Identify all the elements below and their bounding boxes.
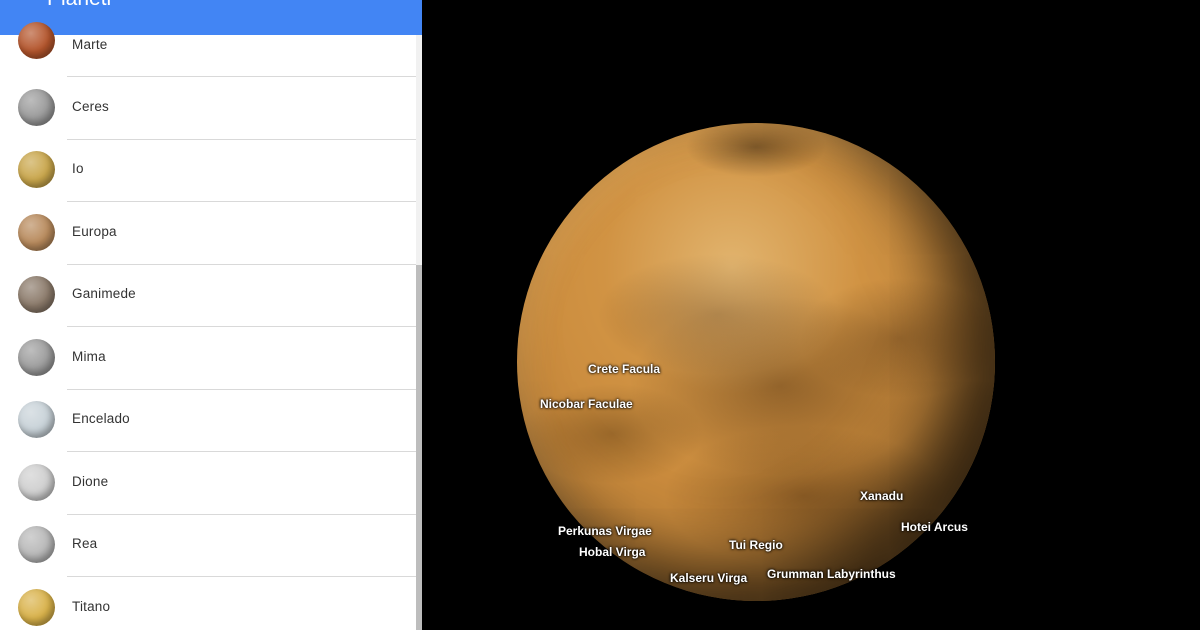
titan-thumbnail bbox=[18, 589, 55, 626]
planet-sidebar: Pianeti Marte Ceres Io Europa Ganimede bbox=[0, 0, 422, 630]
planet-item-europa[interactable]: Europa bbox=[0, 202, 417, 265]
feature-label-xanadu[interactable]: Xanadu bbox=[860, 489, 903, 503]
planet-label: Ganimede bbox=[72, 286, 136, 301]
planet-list: Marte Ceres Io Europa Ganimede Mima Ence… bbox=[0, 22, 417, 630]
planet-label: Encelado bbox=[72, 411, 130, 426]
planet-label: Rea bbox=[72, 536, 98, 551]
dione-thumbnail bbox=[18, 464, 55, 501]
planet-label: Europa bbox=[72, 224, 117, 239]
planet-item-titano[interactable]: Titano bbox=[0, 577, 417, 630]
planet-label: Marte bbox=[72, 37, 108, 52]
planet-label: Dione bbox=[72, 474, 109, 489]
io-thumbnail bbox=[18, 151, 55, 188]
planet-item-ceres[interactable]: Ceres bbox=[0, 77, 417, 140]
enceladus-thumbnail bbox=[18, 401, 55, 438]
planet-label: Io bbox=[72, 161, 84, 176]
planet-item-rea[interactable]: Rea bbox=[0, 514, 417, 577]
rhea-thumbnail bbox=[18, 526, 55, 563]
feature-label-perkunas-virgae[interactable]: Perkunas Virgae bbox=[558, 524, 652, 538]
mimas-thumbnail bbox=[18, 339, 55, 376]
feature-label-crete-facula[interactable]: Crete Facula bbox=[588, 362, 660, 376]
planet-item-encelado[interactable]: Encelado bbox=[0, 389, 417, 452]
feature-label-grumman-labyrinthus[interactable]: Grumman Labyrinthus bbox=[767, 567, 896, 581]
feature-label-hotei-arcus[interactable]: Hotei Arcus bbox=[901, 520, 968, 534]
planet-label: Titano bbox=[72, 599, 111, 614]
ganymede-thumbnail bbox=[18, 276, 55, 313]
planet-item-ganimede[interactable]: Ganimede bbox=[0, 264, 417, 327]
planet-label: Ceres bbox=[72, 99, 110, 114]
mars-thumbnail bbox=[18, 22, 55, 59]
ceres-thumbnail bbox=[18, 89, 55, 126]
planet-label: Mima bbox=[72, 349, 106, 364]
planet-item-mima[interactable]: Mima bbox=[0, 327, 417, 390]
feature-label-hobal-virga[interactable]: Hobal Virga bbox=[579, 545, 645, 559]
europa-thumbnail bbox=[18, 214, 55, 251]
globe-view[interactable]: Crete Facula Nicobar Faculae Xanadu Hote… bbox=[422, 0, 1200, 630]
planet-item-dione[interactable]: Dione bbox=[0, 452, 417, 515]
feature-label-nicobar-faculae[interactable]: Nicobar Faculae bbox=[540, 397, 633, 411]
feature-label-kalseru-virga[interactable]: Kalseru Virga bbox=[670, 571, 747, 585]
feature-label-tui-regio[interactable]: Tui Regio bbox=[729, 538, 783, 552]
planet-item-marte[interactable]: Marte bbox=[0, 10, 417, 77]
planet-item-io[interactable]: Io bbox=[0, 139, 417, 202]
